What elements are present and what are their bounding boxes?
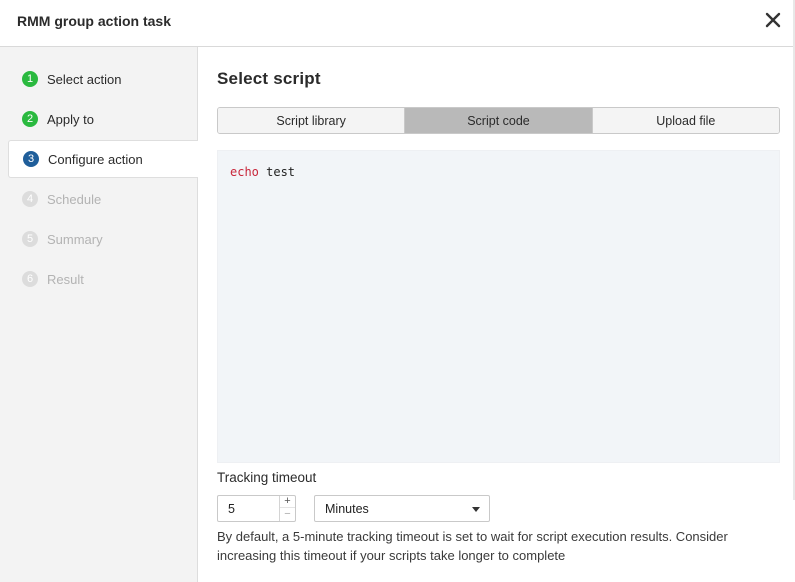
step-number-badge: 6: [22, 271, 38, 287]
step-configure-action[interactable]: 3 Configure action: [8, 140, 198, 178]
tab-script-code[interactable]: Script code: [405, 108, 593, 133]
tracking-timeout-label: Tracking timeout: [217, 470, 317, 485]
step-summary: 5 Summary: [8, 220, 198, 258]
chevron-down-icon: [472, 507, 480, 512]
step-schedule: 4 Schedule: [8, 180, 198, 218]
step-result: 6 Result: [8, 260, 198, 298]
script-source-tabs: Script library Script code Upload file: [217, 107, 780, 134]
code-argument: test: [258, 165, 296, 179]
step-apply-to[interactable]: 2 Apply to: [8, 100, 198, 138]
timeout-value: 5: [228, 502, 235, 516]
step-label: Result: [47, 271, 84, 287]
step-label: Configure action: [48, 151, 143, 167]
step-number-badge: 1: [22, 71, 38, 87]
step-label: Select action: [47, 71, 122, 87]
script-code-editor[interactable]: echo test: [217, 150, 780, 463]
timeout-unit-value: Minutes: [325, 502, 369, 516]
dialog-header: RMM group action task: [0, 0, 795, 47]
quantity-stepper[interactable]: + −: [279, 496, 295, 521]
tab-script-library[interactable]: Script library: [218, 108, 406, 133]
tab-upload-file[interactable]: Upload file: [592, 108, 779, 133]
wizard-steps-sidebar: 1 Select action 2 Apply to 3 Configure a…: [0, 47, 198, 582]
step-number-badge: 4: [22, 191, 38, 207]
step-number-badge: 2: [22, 111, 38, 127]
step-label: Schedule: [47, 191, 102, 207]
section-heading: Select script: [217, 69, 321, 88]
step-select-action[interactable]: 1 Select action: [8, 60, 198, 98]
code-keyword: echo: [230, 165, 259, 179]
step-label: Summary: [47, 231, 103, 247]
step-label: Apply to: [47, 111, 94, 127]
step-number-badge: 3: [23, 151, 39, 167]
decrement-icon[interactable]: −: [280, 508, 295, 520]
dialog-title: RMM group action task: [17, 13, 172, 29]
timeout-unit-select[interactable]: Minutes: [314, 495, 490, 522]
timeout-help-text: By default, a 5-minute tracking timeout …: [217, 529, 728, 563]
step-number-badge: 5: [22, 231, 38, 247]
increment-icon[interactable]: +: [280, 496, 295, 508]
close-icon[interactable]: [764, 11, 782, 29]
timeout-value-input[interactable]: 5 + −: [217, 495, 296, 522]
